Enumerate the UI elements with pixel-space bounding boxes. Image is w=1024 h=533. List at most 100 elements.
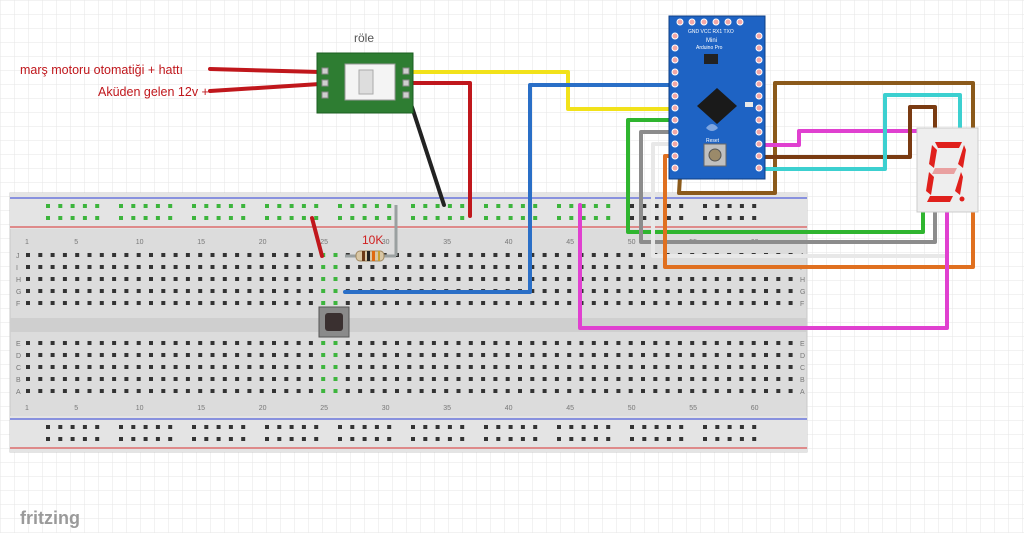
breadboard-hole bbox=[333, 353, 338, 357]
row-letter: G bbox=[800, 289, 805, 296]
breadboard-hole bbox=[161, 341, 166, 345]
breadboard-hole bbox=[210, 277, 215, 281]
column-number: 50 bbox=[628, 405, 636, 412]
breadboard-hole bbox=[173, 301, 178, 305]
breadboard-hole bbox=[703, 204, 707, 208]
breadboard-hole bbox=[26, 265, 30, 269]
breadboard-hole bbox=[702, 289, 707, 293]
breadboard-hole bbox=[505, 377, 510, 381]
breadboard-hole bbox=[124, 289, 129, 293]
breadboard-hole bbox=[143, 204, 148, 208]
breadboard-hole bbox=[484, 437, 488, 441]
breadboard-hole bbox=[210, 265, 215, 269]
breadboard-hole bbox=[112, 389, 117, 393]
breadboard-hole bbox=[259, 289, 264, 293]
breadboard-hole bbox=[136, 265, 141, 269]
column-number: 35 bbox=[443, 239, 451, 246]
breadboard-hole bbox=[210, 253, 215, 257]
breadboard-hole bbox=[407, 365, 412, 369]
arduino-pro-mini: GND VCC RX1 TXO Mini Arduino Pro Reset bbox=[668, 15, 766, 180]
breadboard-hole bbox=[715, 216, 720, 220]
breadboard-hole bbox=[520, 437, 525, 441]
breadboard-hole bbox=[557, 204, 561, 208]
breadboard-hole bbox=[468, 301, 473, 305]
breadboard-hole bbox=[569, 204, 574, 208]
breadboard-hole bbox=[99, 341, 104, 345]
breadboard-hole bbox=[616, 389, 621, 393]
breadboard-hole bbox=[112, 365, 117, 369]
breadboard-hole bbox=[149, 289, 153, 293]
breadboard-hole bbox=[210, 301, 215, 305]
breadboard-hole bbox=[703, 425, 707, 429]
breadboard-hole bbox=[136, 301, 141, 305]
breadboard-hole bbox=[75, 341, 80, 345]
breadboard-hole bbox=[727, 377, 732, 381]
breadboard-hole bbox=[370, 265, 375, 269]
breadboard-hole bbox=[460, 437, 465, 441]
breadboard-hole bbox=[395, 341, 399, 345]
column-number: 10 bbox=[136, 405, 144, 412]
breadboard-hole bbox=[387, 204, 392, 208]
breadboard-hole bbox=[456, 353, 461, 357]
breadboard-hole bbox=[641, 265, 645, 269]
breadboard-hole bbox=[641, 253, 645, 257]
breadboard-hole bbox=[567, 265, 572, 269]
arduino-pin bbox=[671, 68, 679, 76]
breadboard-hole bbox=[496, 204, 501, 208]
breadboard-hole bbox=[630, 425, 634, 429]
breadboard-hole bbox=[50, 277, 55, 281]
breadboard-hole bbox=[50, 253, 55, 257]
breadboard-hole bbox=[727, 277, 732, 281]
breadboard-hole bbox=[690, 301, 695, 305]
breadboard-hole bbox=[87, 301, 92, 305]
breadboard-hole bbox=[505, 353, 510, 357]
breadboard-hole bbox=[119, 204, 123, 208]
breadboard-hole bbox=[198, 301, 203, 305]
breadboard-hole bbox=[407, 341, 412, 345]
arduino-pin bbox=[755, 140, 763, 148]
breadboard-hole bbox=[468, 341, 473, 345]
arduino-pin bbox=[676, 18, 684, 26]
breadboard-hole bbox=[58, 437, 63, 441]
breadboard-hole bbox=[173, 289, 178, 293]
breadboard-hole bbox=[653, 341, 658, 345]
push-button bbox=[318, 306, 350, 338]
breadboard-hole bbox=[149, 265, 153, 269]
breadboard-hole bbox=[26, 389, 30, 393]
column-number: 15 bbox=[197, 239, 205, 246]
breadboard-hole bbox=[87, 277, 92, 281]
breadboard-hole bbox=[216, 204, 221, 208]
breadboard-hole bbox=[308, 265, 313, 269]
breadboard-hole bbox=[235, 301, 240, 305]
breadboard-hole bbox=[616, 253, 621, 257]
breadboard-hole bbox=[26, 253, 30, 257]
breadboard-hole bbox=[155, 204, 160, 208]
column-number: 40 bbox=[505, 405, 513, 412]
breadboard-hole bbox=[431, 265, 436, 269]
breadboard-hole bbox=[99, 301, 104, 305]
row-letter: B bbox=[16, 377, 21, 384]
arduino-pin bbox=[755, 68, 763, 76]
breadboard-hole bbox=[136, 253, 141, 257]
breadboard-hole bbox=[235, 389, 240, 393]
breadboard-hole bbox=[210, 353, 215, 357]
breadboard-hole bbox=[112, 377, 117, 381]
breadboard-hole bbox=[308, 365, 313, 369]
breadboard-hole bbox=[484, 204, 488, 208]
breadboard-hole bbox=[26, 289, 30, 293]
breadboard-hole bbox=[481, 277, 486, 281]
breadboard-hole bbox=[119, 425, 123, 429]
breadboard-hole bbox=[679, 204, 684, 208]
breadboard-hole bbox=[542, 341, 547, 345]
breadboard-hole bbox=[579, 341, 584, 345]
breadboard-hole bbox=[321, 301, 326, 305]
breadboard-hole bbox=[423, 425, 428, 429]
row-letter: E bbox=[16, 341, 21, 348]
breadboard-hole bbox=[739, 341, 744, 345]
breadboard-hole bbox=[228, 437, 233, 441]
breadboard-hole bbox=[677, 341, 682, 345]
breadboard-hole bbox=[407, 389, 412, 393]
breadboard-hole bbox=[460, 204, 465, 208]
breadboard-hole bbox=[26, 301, 30, 305]
breadboard-hole bbox=[289, 216, 294, 220]
